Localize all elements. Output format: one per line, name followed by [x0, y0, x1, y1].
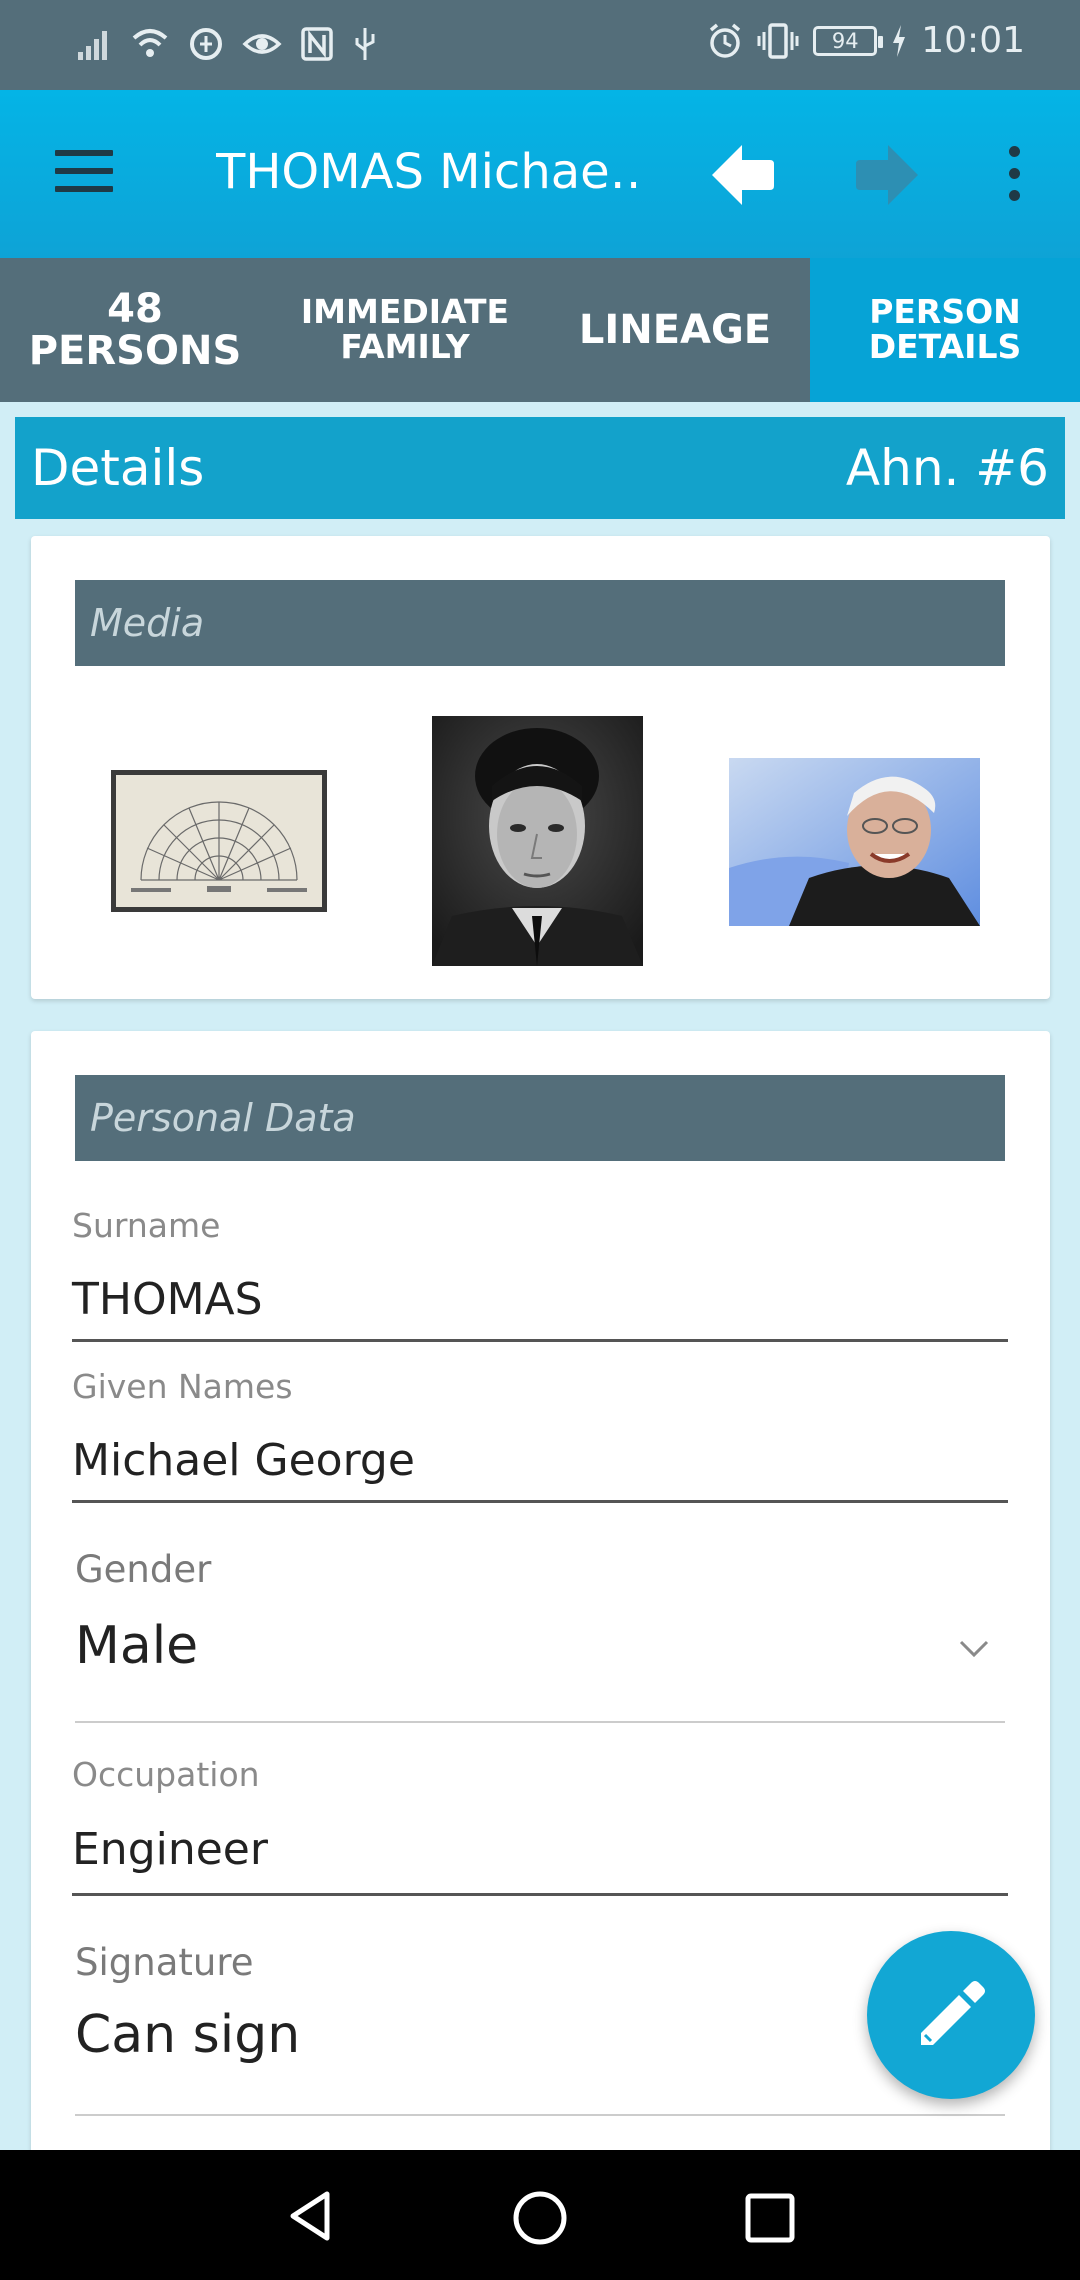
- occupation-label: Occupation: [72, 1755, 260, 1794]
- young-man-portrait[interactable]: [432, 716, 643, 966]
- old-man-photo[interactable]: [729, 758, 980, 926]
- media-section-header: Media: [75, 580, 1005, 666]
- data-saver-icon: [190, 28, 222, 60]
- hamburger-menu-icon[interactable]: [55, 150, 113, 192]
- charging-icon: [893, 24, 906, 57]
- status-icons-right: 94 10:01: [707, 20, 1025, 61]
- signature-label: Signature: [75, 1941, 254, 1984]
- more-vert-icon[interactable]: [1002, 146, 1026, 202]
- arrow-left-icon[interactable]: [708, 142, 778, 208]
- wifi-icon: [132, 29, 168, 57]
- status-icons-left: [76, 26, 378, 62]
- tab-lineage[interactable]: LINEAGE: [540, 258, 810, 402]
- tab-person-details-label: PERSON DETAILS: [868, 292, 1022, 366]
- gender-value: Male: [75, 1616, 199, 1676]
- system-nav-bar: [0, 2150, 1080, 2280]
- surname-underline: [72, 1339, 1008, 1342]
- signature-underline: [75, 2114, 1005, 2116]
- gender-select[interactable]: Male: [75, 1616, 1005, 1726]
- edit-fab-button[interactable]: [867, 1931, 1035, 2099]
- vibrate-icon: [757, 22, 799, 59]
- details-header: Details Ahn. #6: [15, 417, 1065, 519]
- nav-home-icon[interactable]: [510, 2188, 570, 2248]
- tab-immediate-family[interactable]: IMMEDIATE FAMILY: [270, 258, 540, 402]
- signature-select[interactable]: Can sign: [75, 2005, 300, 2065]
- arrow-right-icon[interactable]: [852, 142, 922, 208]
- chevron-down-icon: [959, 1640, 989, 1658]
- pencil-edit-icon: [921, 1981, 985, 2045]
- given-names-underline: [72, 1500, 1008, 1503]
- tab-person-details[interactable]: PERSON DETAILS: [810, 258, 1080, 402]
- tab-persons-label: 48 PERSONS: [28, 286, 242, 374]
- app-toolbar: THOMAS Michae…: [0, 90, 1080, 258]
- tab-bar: 48 PERSONS IMMEDIATE FAMILY LINEAGE PERS…: [0, 258, 1080, 402]
- personal-data-section-header: Personal Data: [75, 1075, 1005, 1161]
- signal-icon: [78, 31, 107, 60]
- tab-immediate-family-label: IMMEDIATE FAMILY: [300, 292, 510, 366]
- alarm-icon: [710, 23, 741, 58]
- occupation-underline: [72, 1893, 1008, 1896]
- nav-recents-icon[interactable]: [742, 2190, 798, 2246]
- nfc-icon: [301, 27, 333, 61]
- status-bar: 94 10:01: [0, 0, 1080, 90]
- ahnentafel-number: Ahn. #6: [845, 439, 1049, 497]
- tab-lineage-label: LINEAGE: [578, 307, 772, 353]
- status-time: 10:01: [921, 20, 1025, 61]
- given-names-field[interactable]: Michael George: [72, 1435, 415, 1486]
- surname-field[interactable]: THOMAS: [72, 1274, 263, 1325]
- gender-underline: [75, 1721, 1005, 1723]
- tab-persons[interactable]: 48 PERSONS: [0, 258, 270, 402]
- eye-icon: [242, 34, 282, 54]
- nav-back-icon[interactable]: [283, 2188, 339, 2244]
- battery-icon: 94: [813, 25, 884, 56]
- media-card: Media: [31, 536, 1050, 999]
- fan-chart-image[interactable]: [111, 770, 327, 912]
- surname-label: Surname: [72, 1206, 221, 1245]
- usb-icon: [355, 28, 375, 60]
- given-names-label: Given Names: [72, 1367, 293, 1406]
- page-title: THOMAS Michae…: [216, 144, 636, 200]
- gender-label: Gender: [75, 1548, 212, 1591]
- details-title: Details: [31, 439, 205, 497]
- occupation-field[interactable]: Engineer: [72, 1824, 268, 1875]
